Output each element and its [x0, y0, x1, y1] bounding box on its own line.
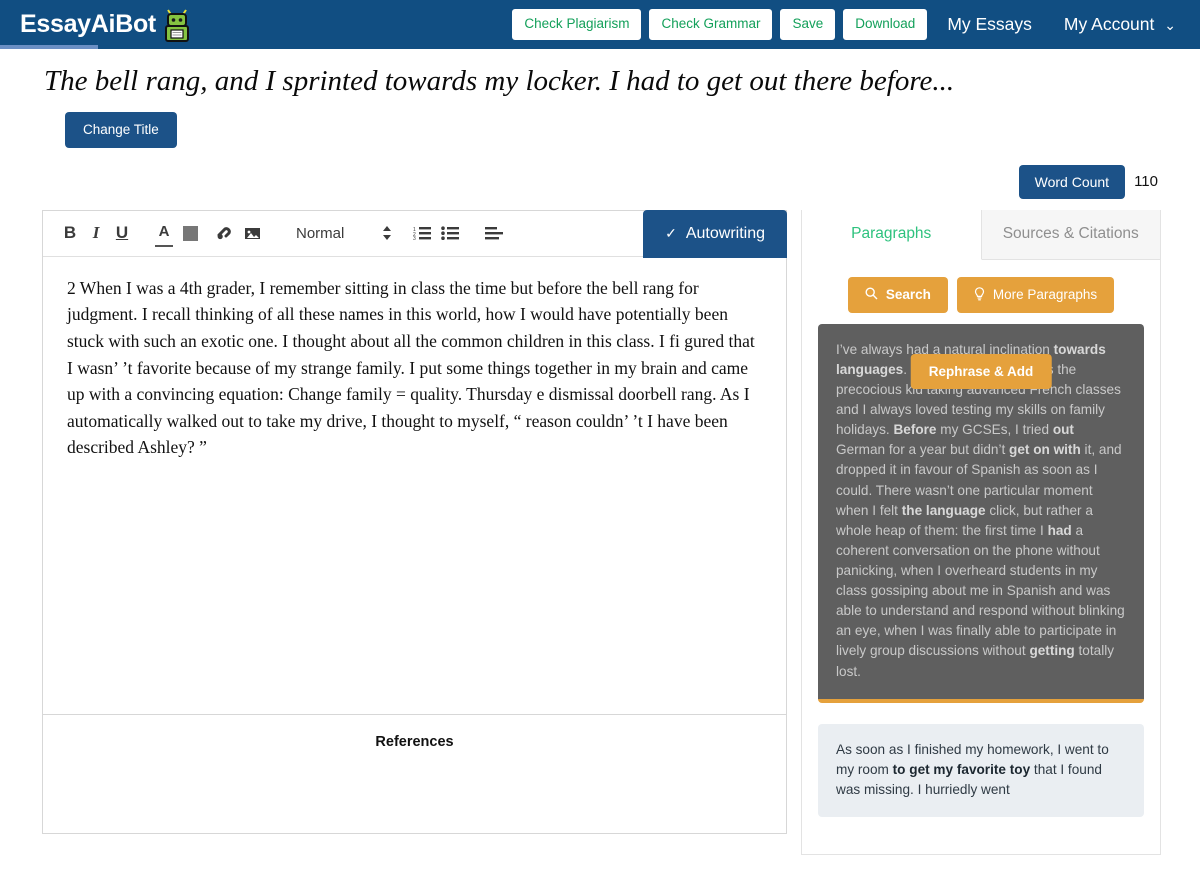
check-grammar-button[interactable]: Check Grammar: [649, 9, 773, 40]
tab-sources-citations[interactable]: Sources & Citations: [981, 209, 1160, 260]
highlight-icon[interactable]: [177, 217, 203, 249]
brand-name: EssayAiBot: [20, 10, 156, 38]
panel-actions: Search More Paragraphs: [802, 260, 1160, 313]
select-arrows-icon: [382, 225, 392, 241]
italic-icon[interactable]: I: [83, 217, 109, 249]
text-color-icon[interactable]: A: [151, 217, 177, 249]
editor-box: B I U A Normal 1 2 3 ✓ Autowriting 2 Whe…: [42, 209, 787, 715]
save-button[interactable]: Save: [780, 9, 836, 40]
word-count-button[interactable]: Word Count: [1018, 164, 1126, 199]
paragraph-card-light-text: As soon as I finished my homework, I wen…: [836, 741, 1109, 797]
word-count-value: 110: [1134, 173, 1158, 191]
check-plagiarism-button[interactable]: Check Plagiarism: [512, 9, 642, 40]
ordered-list-icon[interactable]: 123: [408, 217, 436, 249]
search-label: Search: [885, 287, 931, 302]
bold-icon[interactable]: B: [57, 217, 83, 249]
check-icon: ✓: [665, 225, 677, 242]
word-count-row: Word Count 110: [0, 164, 1200, 199]
references-section[interactable]: References: [42, 714, 787, 834]
editor-column: B I U A Normal 1 2 3 ✓ Autowriting 2 Whe…: [42, 209, 787, 834]
my-essays-link[interactable]: My Essays: [935, 14, 1044, 35]
underline-icon[interactable]: U: [109, 217, 135, 249]
page-title: The bell rang, and I sprinted towards my…: [44, 65, 955, 97]
brand-logo[interactable]: EssayAiBot: [20, 8, 191, 42]
chevron-down-icon: ⌄: [1164, 17, 1176, 33]
more-paragraphs-label: More Paragraphs: [992, 287, 1098, 302]
search-button[interactable]: Search: [847, 276, 948, 313]
paragraph-style-select[interactable]: Normal: [296, 225, 392, 242]
robot-icon: [163, 8, 191, 42]
align-left-icon[interactable]: [480, 217, 508, 249]
paragraph-style-value: Normal: [296, 224, 345, 242]
suggestions-panel: Paragraphs Sources & Citations Search Mo…: [801, 209, 1161, 855]
editor-text-area[interactable]: 2 When I was a 4th grader, I remember si…: [43, 257, 786, 714]
paragraph-card-light[interactable]: As soon as I finished my homework, I wen…: [818, 723, 1144, 817]
search-icon: [865, 287, 878, 302]
title-area: The bell rang, and I sprinted towards my…: [0, 49, 1200, 148]
svg-text:3: 3: [413, 236, 416, 240]
download-button[interactable]: Download: [843, 9, 928, 40]
link-icon[interactable]: [212, 217, 239, 249]
lightbulb-icon: [974, 286, 985, 303]
paragraph-cards-list: I’ve always had a natural inclination to…: [802, 313, 1160, 817]
rephrase-and-add-button[interactable]: Rephrase & Add: [910, 353, 1052, 390]
editor-toolbar: B I U A Normal 1 2 3 ✓ Autowriting: [43, 209, 787, 258]
references-heading: References: [375, 733, 454, 750]
my-account-label: My Account: [1063, 14, 1155, 34]
app-header: EssayAiBot Check Plagiarism Check Gramma…: [0, 0, 1200, 49]
autowriting-button[interactable]: ✓ Autowriting: [643, 209, 787, 258]
more-paragraphs-button[interactable]: More Paragraphs: [956, 276, 1115, 313]
main-content: B I U A Normal 1 2 3 ✓ Autowriting 2 Whe…: [0, 199, 1200, 855]
paragraph-card-dark[interactable]: I’ve always had a natural inclination to…: [818, 323, 1144, 703]
unordered-list-icon[interactable]: [436, 217, 464, 249]
tab-paragraphs[interactable]: Paragraphs: [802, 209, 982, 260]
paragraph-card-dark-text: I’ve always had a natural inclination to…: [836, 341, 1125, 679]
image-icon[interactable]: [239, 217, 266, 249]
change-title-button[interactable]: Change Title: [65, 112, 177, 148]
panel-tabs: Paragraphs Sources & Citations: [802, 209, 1160, 260]
autowriting-label: Autowriting: [685, 224, 765, 242]
header-actions: Check Plagiarism Check Grammar Save Down…: [512, 9, 1182, 40]
my-account-menu[interactable]: My Account ⌄: [1052, 14, 1182, 35]
